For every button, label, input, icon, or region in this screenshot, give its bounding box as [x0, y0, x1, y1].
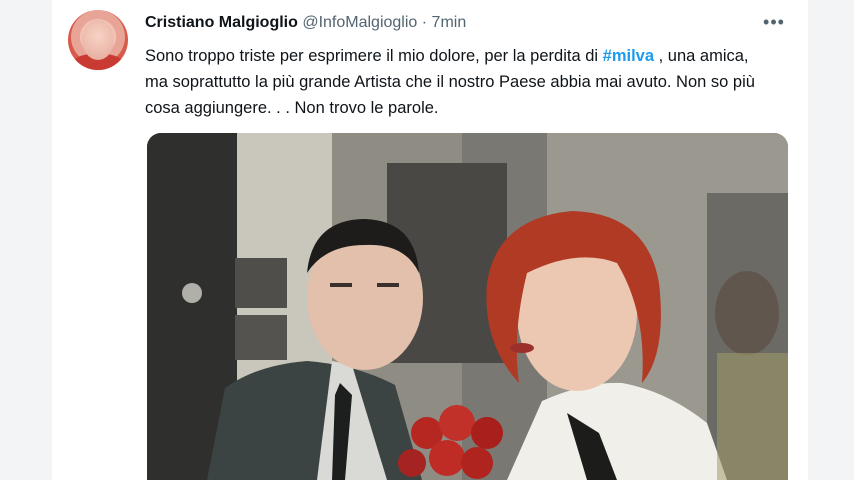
author-handle[interactable]: @InfoMalgioglio	[302, 14, 417, 31]
tweet-text-part1: Sono troppo triste per esprimere il mio …	[145, 47, 603, 65]
hashtag-link[interactable]: #milva	[603, 47, 654, 65]
author-name[interactable]: Cristiano Malgioglio	[145, 14, 298, 31]
tweet-timestamp[interactable]: 7min	[432, 14, 467, 31]
tweet-card: Cristiano Malgioglio @InfoMalgioglio · 7…	[52, 0, 808, 480]
tweet-text: Sono troppo triste per esprimere il mio …	[145, 43, 765, 121]
author-avatar[interactable]	[68, 10, 128, 70]
tweet-header: Cristiano Malgioglio @InfoMalgioglio · 7…	[145, 12, 788, 34]
more-dots-icon[interactable]: •••	[762, 12, 786, 34]
tweet-photo[interactable]	[147, 133, 788, 480]
avatar-face	[82, 20, 114, 60]
photo-illustration	[147, 133, 788, 480]
header-separator: ·	[421, 14, 428, 31]
